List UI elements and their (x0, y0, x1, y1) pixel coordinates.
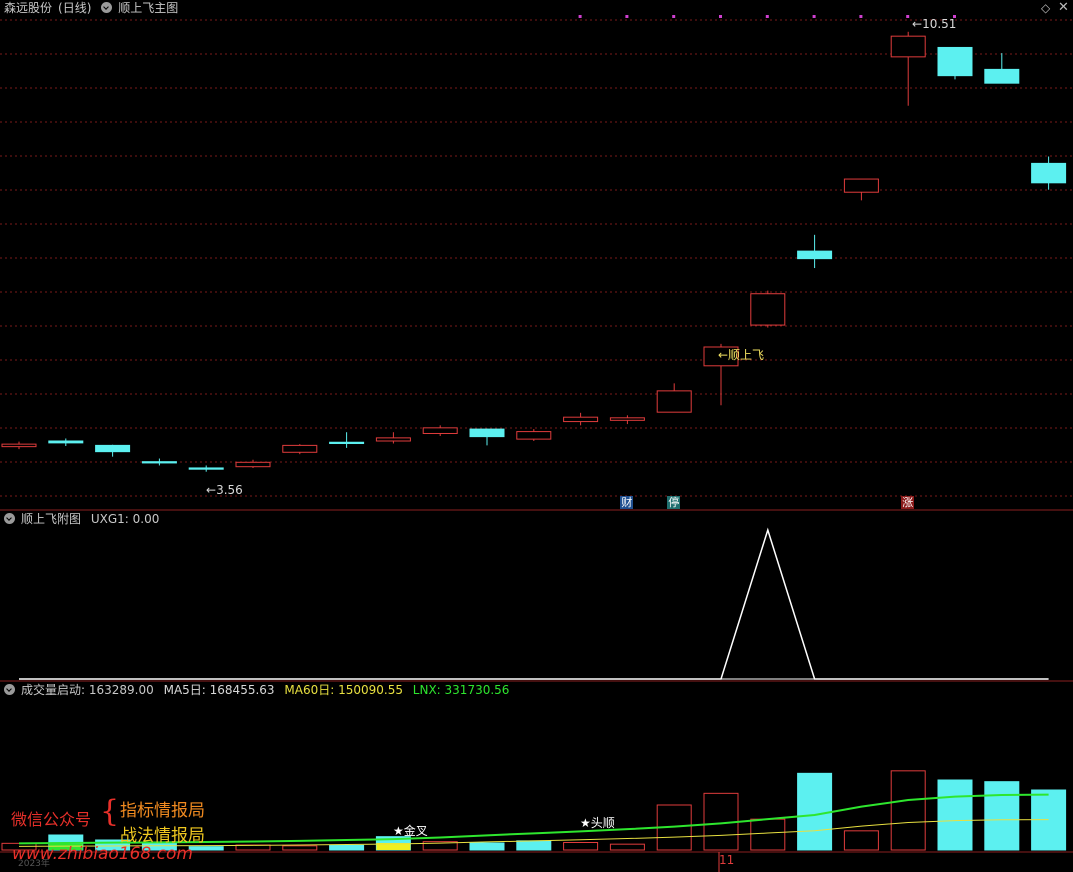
candle-body-up (422, 427, 458, 434)
volume-bar-down (469, 842, 505, 851)
volume-bar-up (843, 830, 879, 851)
uxg1-line (19, 527, 1049, 680)
candle-body-down (984, 68, 1020, 84)
stock-name: 森远股份 (4, 1, 53, 15)
candle-body-up (375, 437, 411, 442)
signal-label-toushun: ★头顺 (580, 816, 615, 830)
signal-dot (859, 15, 863, 18)
candlestick-chart-canvas[interactable] (0, 0, 1073, 872)
candle-body-down (329, 441, 365, 445)
volume-bar-down (188, 846, 224, 851)
candle-body-down (48, 440, 84, 444)
volume-bar-down (516, 840, 552, 851)
volume-value: : 163289.00 (81, 683, 154, 697)
candle-body-up (235, 461, 271, 468)
candle-body-up (563, 416, 599, 423)
signal-dot (625, 15, 629, 18)
watermark-url: www.zhibiao168.com (12, 844, 193, 864)
candle-body-up (843, 178, 879, 193)
candle-body-up (656, 390, 692, 413)
main-chart-header: 森远股份 (日线) 顺上飞主图 (4, 0, 184, 16)
volume-bar-up (563, 842, 599, 851)
x-axis-label: 11 (719, 853, 735, 867)
volume-indicator-menu-icon[interactable] (4, 684, 15, 695)
candle-body-up (750, 293, 786, 326)
brace-glyph: { (100, 794, 120, 829)
diamond-icon[interactable]: ◇ (1041, 1, 1050, 15)
volume-bar-down (984, 781, 1020, 851)
candle-body-down (141, 461, 177, 464)
candle-body-up (609, 417, 645, 421)
lnx-value: LNX: 331730.56 (412, 683, 510, 697)
signal-dot (812, 15, 816, 18)
indicator-menu-icon[interactable] (101, 2, 113, 13)
signal-dot (719, 15, 722, 18)
main-indicator-name[interactable]: 顺上飞主图 (118, 1, 178, 15)
volume-bar-down (329, 844, 365, 851)
watermark-line1: 指标情报局 (120, 801, 205, 821)
candle-body-down (797, 250, 833, 260)
volume-bar-up (750, 818, 786, 851)
signal-label-shunshangfei: ←顺上飞 (718, 348, 765, 362)
candle-body-down (469, 428, 505, 438)
period-label: (日线) (58, 1, 92, 15)
signal-dot (672, 15, 676, 18)
sub-chart-header: 顺上飞附图 UXG1: 0.00 (4, 511, 165, 527)
signal-dot (906, 15, 910, 18)
candle-body-up (890, 35, 926, 58)
candle-body-up (516, 431, 552, 440)
low-price-label: ←3.56 (206, 483, 243, 497)
watermark-line2: 战法情报局 (120, 826, 205, 846)
volume-bar-down (797, 772, 833, 851)
volume-bar-up (890, 770, 926, 851)
sub-indicator-menu-icon[interactable] (4, 513, 15, 524)
volume-chart-title[interactable]: 成交量启动 (21, 683, 81, 697)
signal-badge: 财 (620, 496, 634, 509)
candle-body-down (937, 46, 973, 77)
candle-body-down (1031, 162, 1067, 184)
signal-label-jincha: ★金叉 (393, 824, 428, 838)
volume-bar-up (609, 843, 645, 851)
signal-badge: 停 (667, 496, 681, 509)
high-price-label: ←10.51 (912, 17, 957, 31)
volume-bar-up (282, 845, 318, 851)
candle-body-up (282, 444, 318, 453)
volume-chart-header: 成交量启动: 163289.00 MA5日: 168455.63 MA60日: … (4, 682, 515, 698)
signal-dot (578, 15, 582, 18)
sub-chart-title[interactable]: 顺上飞附图 (21, 512, 81, 526)
wechat-label: 微信公众号 (11, 810, 92, 829)
ma60-value: MA60日: 150090.55 (284, 683, 403, 697)
candle-body-up (1, 443, 37, 448)
signal-dot (765, 15, 769, 18)
volume-bar-down (937, 779, 973, 851)
candle-body-down (188, 467, 224, 470)
uxg1-value: UXG1: 0.00 (90, 512, 160, 526)
ma5-value: MA5日: 168455.63 (163, 683, 275, 697)
close-icon[interactable]: ✕ (1058, 0, 1069, 15)
chart-window[interactable]: 森远股份 (日线) 顺上飞主图 ◇ ✕ ←10.51 ←3.56 ←顺上飞 财 停 涨… (0, 0, 1073, 872)
signal-badge: 涨 (901, 496, 915, 509)
candle-body-down (95, 444, 131, 453)
